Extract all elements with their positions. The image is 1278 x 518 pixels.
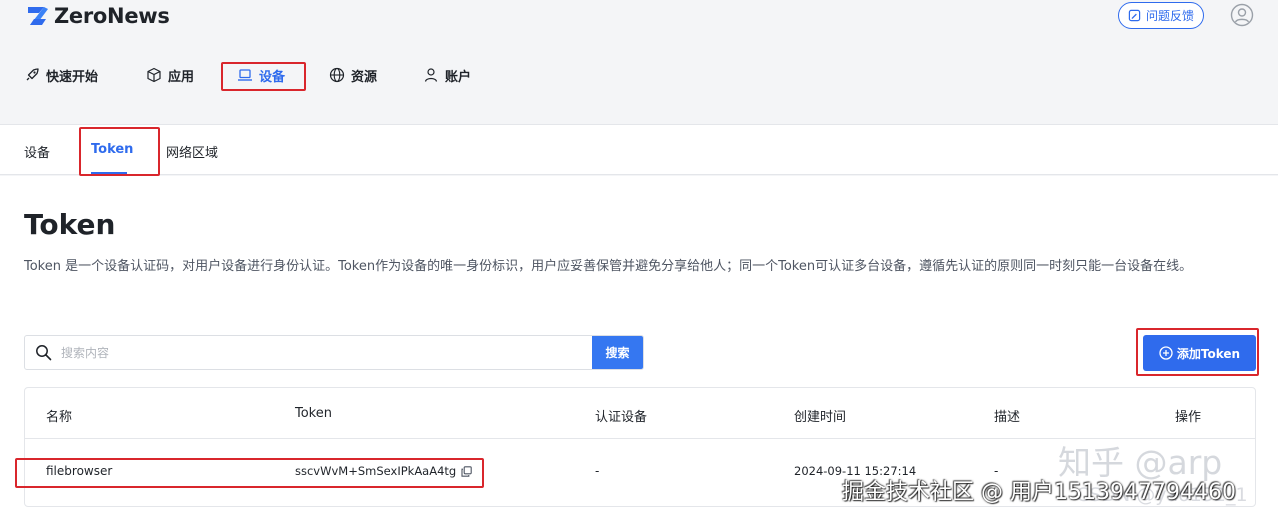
column-header-token: Token	[295, 406, 332, 421]
table-header: 名称 Token 认证设备 创建时间 描述 操作	[25, 388, 1255, 439]
token-tab-highlight-box	[79, 127, 160, 176]
row-device: -	[595, 464, 600, 478]
feedback-icon	[1128, 9, 1141, 22]
nav-label-quick-start: 快速开始	[46, 69, 99, 85]
search-button[interactable]: 搜索	[592, 336, 643, 369]
search-icon	[35, 345, 51, 361]
sub-nav: 设备 Token 网络区域	[0, 124, 1278, 175]
page-description: Token 是一个设备认证码，对用户设备进行身份认证。Token作为设备的唯一身…	[24, 259, 1193, 274]
column-header-name: 名称	[46, 410, 73, 425]
row-highlight-box	[15, 458, 484, 488]
nav-label-resources: 资源	[351, 69, 378, 85]
nav-label-account: 账户	[445, 69, 472, 85]
tab-devices[interactable]: 设备	[24, 142, 50, 161]
search-icon-wrap	[25, 336, 61, 369]
feedback-label: 问题反馈	[1145, 9, 1194, 23]
globe-icon	[329, 67, 345, 83]
page-title: Token	[24, 208, 116, 241]
app-name: ZeroNews	[54, 4, 170, 28]
nav-item-resources[interactable]: 资源	[329, 62, 423, 88]
feedback-button[interactable]: 问题反馈	[1118, 2, 1204, 29]
nav-label-apps: 应用	[168, 69, 195, 85]
add-token-highlight-box	[1136, 328, 1259, 376]
search-input[interactable]	[61, 336, 592, 369]
column-header-actions: 操作	[1175, 410, 1202, 425]
user-avatar-icon[interactable]	[1230, 3, 1254, 27]
user-icon	[424, 68, 438, 82]
zeronews-logo-icon	[28, 7, 48, 25]
column-header-created: 创建时间	[794, 410, 847, 425]
devices-highlight-box	[221, 62, 306, 91]
nav-item-quick-start[interactable]: 快速开始	[24, 62, 146, 88]
tab-network-zones[interactable]: 网络区域	[166, 142, 218, 161]
top-bar: ZeroNews 问题反馈 快速开始 应用 设备 资源 账户	[0, 0, 1278, 124]
logo[interactable]: ZeroNews	[24, 4, 170, 28]
column-header-description: 描述	[994, 410, 1021, 425]
rocket-icon	[26, 68, 39, 81]
nav-item-account[interactable]: 账户	[423, 62, 483, 88]
juejin-watermark: 掘金技术社区 @ 用户1513947794460	[842, 480, 1236, 505]
cube-icon	[147, 67, 161, 83]
column-header-device: 认证设备	[595, 410, 648, 425]
search-box: 搜索	[24, 335, 644, 370]
